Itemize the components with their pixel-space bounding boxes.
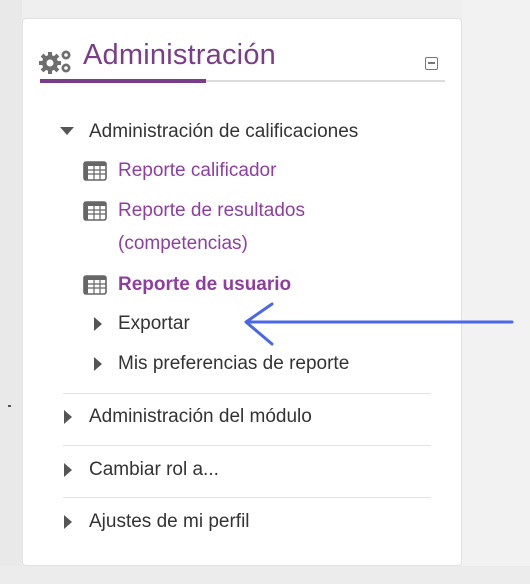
menu-divider	[63, 497, 431, 498]
menu-item-user-report[interactable]: Reporte de usuario	[118, 274, 291, 296]
collapsed-triangle-icon[interactable]	[94, 357, 102, 371]
collapsed-triangle-icon[interactable]	[64, 410, 72, 424]
menu-item-switch-role[interactable]: Cambiar rol a...	[89, 459, 219, 481]
menu-item-profile-settings[interactable]: Ajustes de mi perfil	[89, 511, 250, 533]
menu-item-outcomes-report-line1[interactable]: Reporte de resultados	[118, 200, 305, 222]
background-right	[462, 0, 530, 584]
menu-item-outcomes-report-line2[interactable]: (competencias)	[118, 233, 248, 255]
background-left	[0, 0, 22, 584]
menu-item-grader-report[interactable]: Reporte calificador	[118, 160, 276, 182]
menu-divider	[63, 393, 431, 394]
page-edge-mark	[8, 405, 11, 407]
spreadsheet-icon	[83, 161, 107, 181]
spreadsheet-icon	[83, 201, 107, 221]
background-bottom	[0, 566, 530, 584]
spreadsheet-icon	[83, 275, 107, 295]
menu-item-export[interactable]: Exportar	[118, 313, 190, 335]
block-header: Administración	[37, 35, 447, 83]
collapsed-triangle-icon[interactable]	[94, 317, 102, 331]
collapsed-triangle-icon[interactable]	[64, 463, 72, 477]
collapsed-triangle-icon[interactable]	[64, 515, 72, 529]
expanded-triangle-icon[interactable]	[60, 127, 74, 135]
administration-block: Administración Administración de calific…	[22, 18, 462, 566]
header-underline-accent	[40, 79, 206, 83]
menu-item-report-preferences[interactable]: Mis preferencias de reporte	[118, 353, 349, 375]
menu-divider	[63, 445, 431, 446]
block-title: Administración	[83, 39, 276, 71]
menu-item-module-admin[interactable]: Administración del módulo	[89, 406, 312, 428]
menu-item-grades-admin[interactable]: Administración de calificaciones	[89, 121, 358, 143]
collapse-minus-icon[interactable]	[425, 57, 438, 70]
gears-icon	[39, 50, 71, 74]
